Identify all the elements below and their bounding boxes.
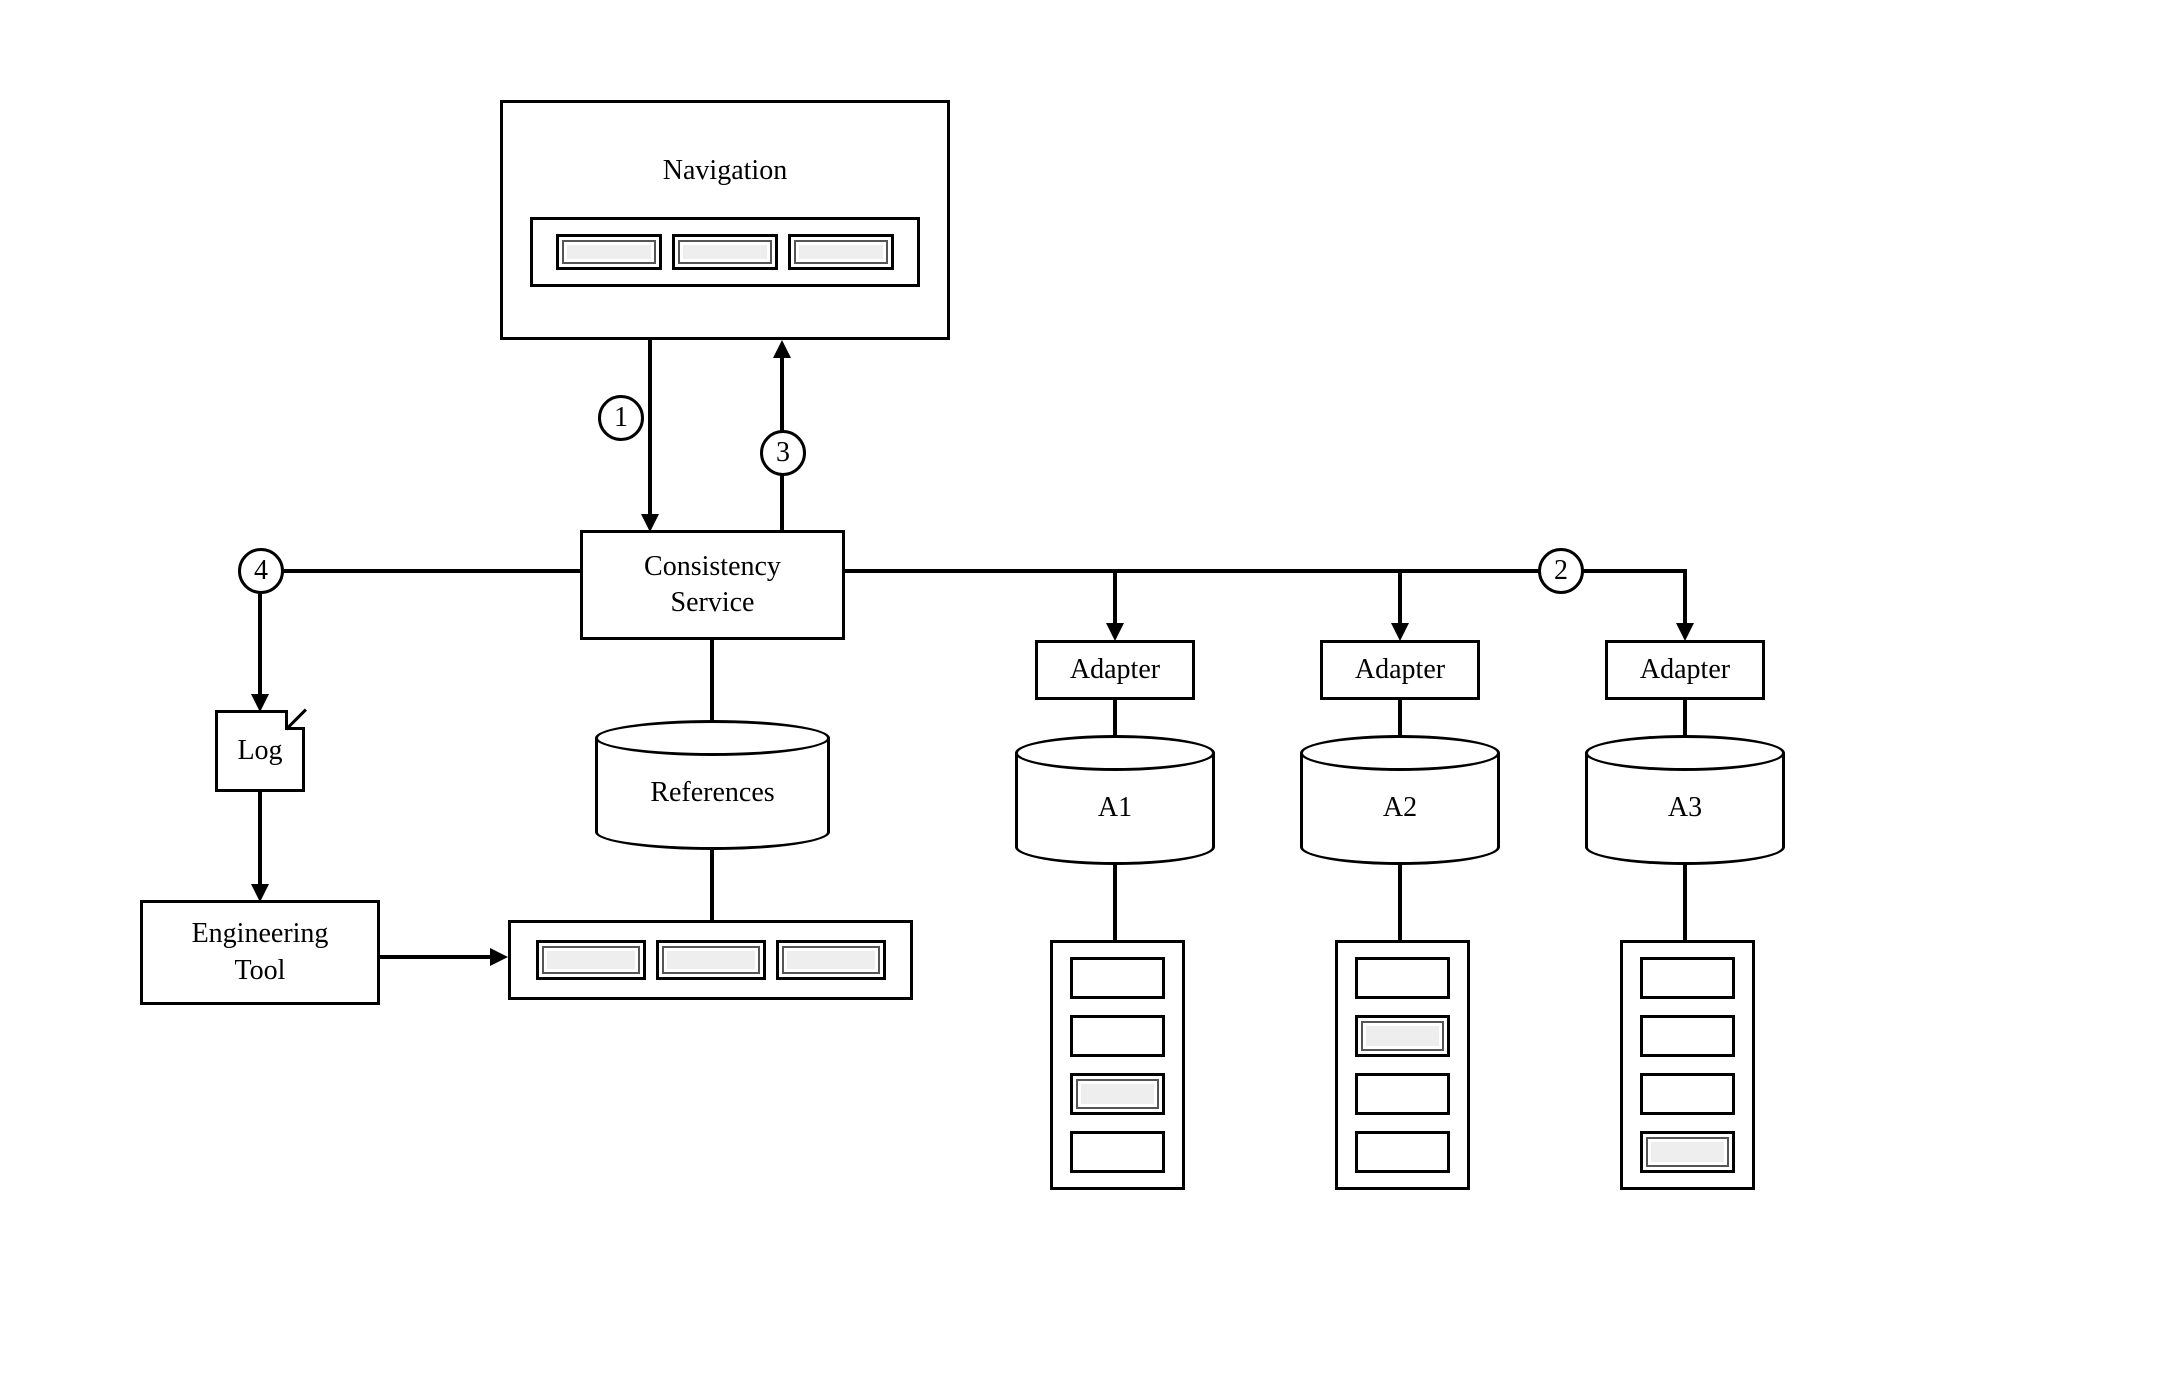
ref-slot xyxy=(656,940,766,980)
references-label: References xyxy=(650,777,774,809)
edge-2-v2 xyxy=(1398,569,1402,625)
ref-slot xyxy=(536,940,646,980)
ref-to-slots-line xyxy=(710,850,714,920)
db2-to-stack xyxy=(1398,864,1402,940)
adapter-db-label-2: A2 xyxy=(1383,792,1417,824)
db3-to-stack xyxy=(1683,864,1687,940)
edge-2-v1 xyxy=(1113,569,1117,625)
adapter-stack-2 xyxy=(1335,940,1470,1190)
navigation-box: Navigation xyxy=(500,100,950,340)
edge-1-arrow xyxy=(641,514,659,532)
log-to-eng-line xyxy=(258,792,262,887)
adapter-box-2: Adapter xyxy=(1320,640,1480,700)
nav-slot xyxy=(556,234,662,270)
adapter-stack-1 xyxy=(1050,940,1185,1190)
ad2-to-db xyxy=(1398,700,1402,738)
adapter-db-label-1: A1 xyxy=(1098,792,1132,824)
edge-2-a2 xyxy=(1391,623,1409,641)
stack1-slot xyxy=(1070,1015,1165,1057)
edge-label-3: 3 xyxy=(760,430,806,476)
adapter-label: Adapter xyxy=(1640,654,1730,686)
adapter-label: Adapter xyxy=(1355,654,1445,686)
adapter-db-2: A2 xyxy=(1300,735,1500,865)
consistency-title: Consistency Service xyxy=(644,549,781,622)
edge-2-v3 xyxy=(1683,569,1687,625)
stack3-slot xyxy=(1640,957,1735,999)
edge-4-hline xyxy=(258,569,580,573)
stack3-slot xyxy=(1640,1073,1735,1115)
edge-label-1: 1 xyxy=(598,395,644,441)
adapter-box-3: Adapter xyxy=(1605,640,1765,700)
nav-slot xyxy=(672,234,778,270)
log-to-eng-arrow xyxy=(251,884,269,902)
stack3-slot-bevel xyxy=(1640,1131,1735,1173)
references-db: References xyxy=(595,720,830,850)
adapter-db-1: A1 xyxy=(1015,735,1215,865)
ad1-to-db xyxy=(1113,700,1117,738)
log-label: Log xyxy=(237,735,282,767)
adapter-box-1: Adapter xyxy=(1035,640,1195,700)
eng-to-ref-arrow xyxy=(490,948,508,966)
db1-to-stack xyxy=(1113,864,1117,940)
stack1-slot xyxy=(1070,1131,1165,1173)
stack3-slot xyxy=(1640,1015,1735,1057)
stack2-slot xyxy=(1355,1131,1450,1173)
engineering-tool-box: Engineering Tool xyxy=(140,900,380,1005)
adapter-db-label-3: A3 xyxy=(1668,792,1702,824)
edge-3-arrow xyxy=(773,340,791,358)
adapter-stack-3 xyxy=(1620,940,1755,1190)
nav-slot xyxy=(788,234,894,270)
stack2-slot xyxy=(1355,957,1450,999)
consistency-service-box: Consistency Service xyxy=(580,530,845,640)
adapter-label: Adapter xyxy=(1070,654,1160,686)
edge-2-a3 xyxy=(1676,623,1694,641)
edge-4-arrow xyxy=(251,694,269,712)
ad3-to-db xyxy=(1683,700,1687,738)
edge-label-4: 4 xyxy=(238,548,284,594)
references-slot-container xyxy=(508,920,913,1000)
edge-2-a1 xyxy=(1106,623,1124,641)
cs-to-ref-line xyxy=(710,640,714,720)
ref-slot xyxy=(776,940,886,980)
engineering-tool-label: Engineering Tool xyxy=(192,916,329,989)
stack2-slot-bevel xyxy=(1355,1015,1450,1057)
navigation-title: Navigation xyxy=(663,153,787,189)
stack1-slot xyxy=(1070,957,1165,999)
navigation-slot-container xyxy=(530,217,920,287)
stack2-slot xyxy=(1355,1073,1450,1115)
stack1-slot-bevel xyxy=(1070,1073,1165,1115)
adapter-db-3: A3 xyxy=(1585,735,1785,865)
edge-1-line xyxy=(648,340,652,520)
eng-to-ref-line xyxy=(380,955,492,959)
edge-label-2: 2 xyxy=(1538,548,1584,594)
log-file: Log xyxy=(215,710,305,792)
